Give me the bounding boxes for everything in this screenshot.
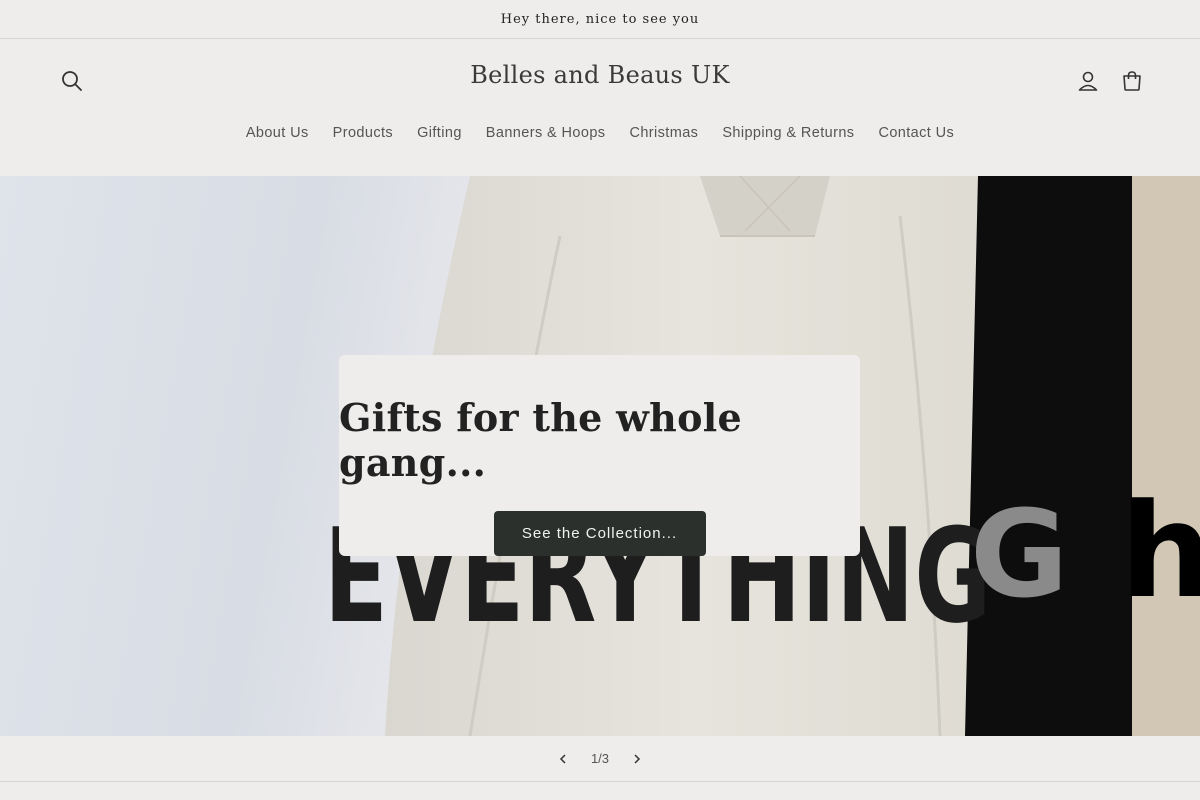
announcement-bar: Hey there, nice to see you (0, 0, 1200, 39)
svg-text:G: G (970, 486, 1069, 625)
slideshow-controls: 1/3 (0, 736, 1200, 782)
store-name-link[interactable]: Belles and Beaus UK (0, 61, 1200, 89)
nav-item-banners-hoops[interactable]: Banners & Hoops (474, 125, 618, 141)
chevron-left-icon (559, 753, 566, 764)
nav-item-about-us[interactable]: About Us (234, 125, 321, 141)
hero-content-card: Gifts for the whole gang... See the Coll… (339, 355, 860, 556)
hero-slideshow: EVERYTHING G h Gifts for the whole gang.… (0, 176, 1200, 736)
see-collection-button[interactable]: See the Collection... (493, 511, 706, 556)
account-button[interactable] (1072, 65, 1104, 97)
nav-item-christmas[interactable]: Christmas (617, 125, 710, 141)
cart-icon (1123, 71, 1141, 91)
main-navigation: About Us Products Gifting Banners & Hoop… (0, 125, 1200, 141)
slide-counter: 1/3 (590, 751, 610, 766)
previous-slide-button[interactable] (541, 737, 585, 781)
cart-button[interactable] (1116, 65, 1148, 97)
user-icon (1078, 71, 1098, 91)
nav-item-gifting[interactable]: Gifting (405, 125, 474, 141)
announcement-text: Hey there, nice to see you (500, 11, 700, 27)
nav-item-shipping-returns[interactable]: Shipping & Returns (710, 125, 866, 141)
chevron-right-icon (634, 753, 641, 764)
hero-heading: Gifts for the whole gang... (339, 395, 742, 485)
nav-item-products[interactable]: Products (321, 125, 405, 141)
site-header: Belles and Beaus UK About Us Products Gi… (0, 39, 1200, 176)
next-slide-button[interactable] (615, 737, 659, 781)
nav-item-contact-us[interactable]: Contact Us (866, 125, 966, 141)
svg-text:h: h (1120, 475, 1200, 627)
